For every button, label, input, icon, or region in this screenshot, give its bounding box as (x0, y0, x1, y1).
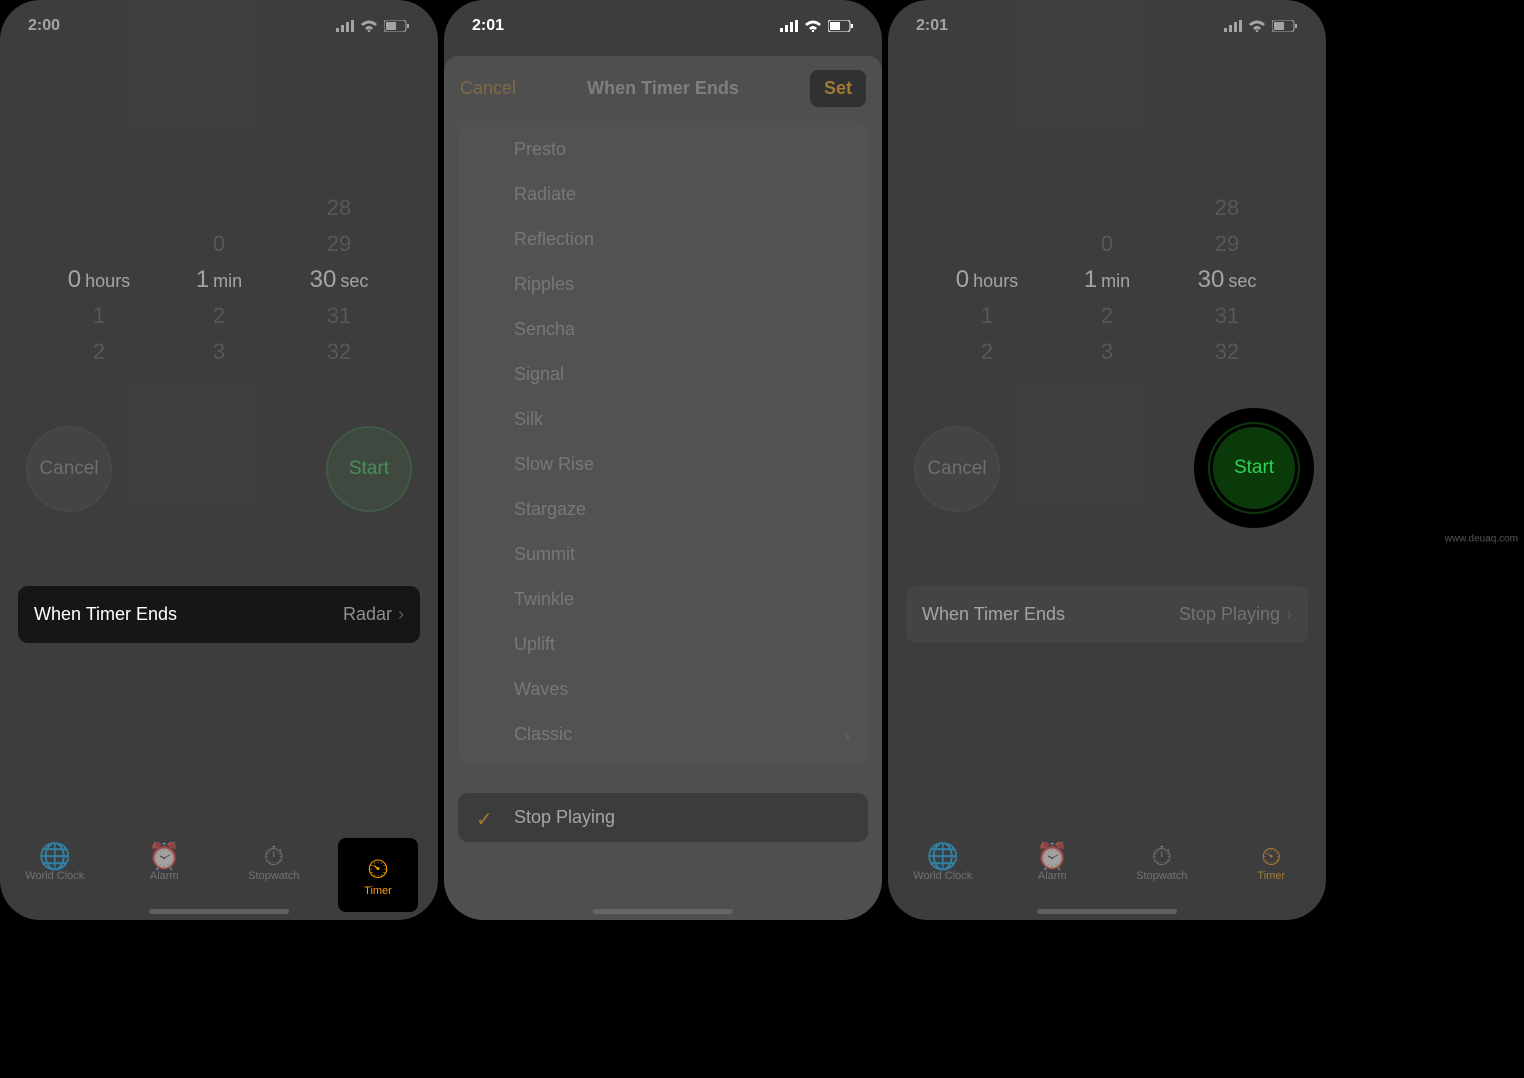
row-label: When Timer Ends (34, 604, 177, 625)
tab-world-clock[interactable]: 🌐World Clock (898, 842, 988, 882)
timer-tab-highlight: ⏲ Timer (338, 838, 418, 912)
status-bar: 2:00 (0, 0, 438, 40)
status-bar: 2:01 (888, 0, 1326, 40)
tab-stopwatch[interactable]: ⏱Stopwatch (1117, 842, 1207, 882)
timer-screen-1: 2:00 0hours 1 2 0 1min 2 3 28 29 30sec 3… (0, 0, 438, 920)
stopwatch-icon: ⏱ (1117, 842, 1207, 870)
signal-icon (1224, 20, 1242, 32)
hours-value: 0 (68, 266, 81, 293)
alarm-icon: ⏰ (119, 842, 209, 870)
sec-value: 30 (1198, 266, 1225, 293)
row-value: Stop Playing (1179, 604, 1280, 625)
battery-icon (384, 20, 410, 32)
status-bar: 2:01 (444, 0, 882, 40)
alarm-icon: ⏰ (1007, 842, 1097, 870)
chevron-right-icon: › (1286, 604, 1292, 625)
cancel-button[interactable]: Cancel (914, 426, 1000, 512)
timer-screen-3: 2:01 0hours 1 2 0 1min 2 3 28 29 30sec 3… (888, 0, 1326, 920)
wifi-icon (804, 20, 822, 32)
sound-picker-screen: 2:01 Cancel When Timer Ends Set Presto R… (444, 0, 882, 920)
timer-icon: ⏲ (1226, 842, 1316, 870)
cancel-button[interactable]: Cancel (26, 426, 112, 512)
globe-icon: 🌐 (898, 842, 988, 870)
row-value: Radar (343, 604, 392, 625)
min-value: 1 (1084, 266, 1097, 293)
chevron-right-icon: › (398, 604, 404, 625)
status-icons (780, 20, 854, 32)
time-picker[interactable]: 0hours 1 2 0 1min 2 3 28 29 30sec 31 32 (888, 190, 1326, 370)
stopwatch-icon: ⏱ (229, 842, 319, 870)
wifi-icon (1248, 20, 1266, 32)
tab-bar: 🌐World Clock ⏰Alarm ⏱Stopwatch ⏲Timer (888, 832, 1326, 920)
tab-stopwatch[interactable]: ⏱Stopwatch (229, 842, 319, 882)
min-value: 1 (196, 266, 209, 293)
start-label: Start (1213, 427, 1295, 509)
time-picker[interactable]: 0hours 1 2 0 1min 2 3 28 29 30sec 31 32 (0, 190, 438, 370)
status-icons (336, 20, 410, 32)
tab-alarm[interactable]: ⏰Alarm (119, 842, 209, 882)
when-timer-ends-row[interactable]: When Timer Ends Radar › (18, 586, 420, 643)
home-indicator[interactable] (1037, 909, 1177, 914)
row-label: When Timer Ends (922, 604, 1065, 625)
hours-value: 0 (956, 266, 969, 293)
globe-icon: 🌐 (10, 842, 100, 870)
signal-icon (780, 20, 798, 32)
battery-icon (1272, 20, 1298, 32)
watermark: www.deuaq.com (1445, 534, 1518, 545)
status-time: 2:01 (472, 17, 504, 35)
tab-alarm[interactable]: ⏰Alarm (1007, 842, 1097, 882)
signal-icon (336, 20, 354, 32)
status-time: 2:01 (916, 17, 948, 35)
timer-icon: ⏲ (367, 853, 389, 885)
status-icons (1224, 20, 1298, 32)
tab-timer[interactable]: ⏲Timer (1226, 842, 1316, 882)
when-timer-ends-row[interactable]: When Timer Ends Stop Playing › (906, 586, 1308, 643)
home-indicator[interactable] (149, 909, 289, 914)
status-time: 2:00 (28, 17, 60, 35)
home-indicator[interactable] (593, 909, 733, 914)
start-button[interactable]: Start (326, 426, 412, 512)
battery-icon (828, 20, 854, 32)
tab-world-clock[interactable]: 🌐World Clock (10, 842, 100, 882)
sec-value: 30 (310, 266, 337, 293)
wifi-icon (360, 20, 378, 32)
start-button-highlight[interactable]: Start (1194, 408, 1314, 528)
